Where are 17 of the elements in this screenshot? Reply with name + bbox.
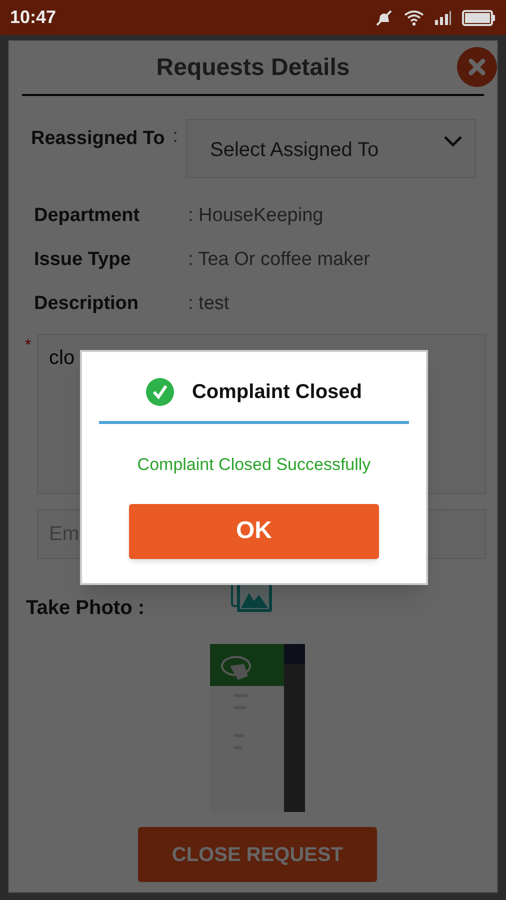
screen-title: Requests Details xyxy=(156,52,350,82)
clock: 10:47 xyxy=(10,6,56,29)
field-value: : HouseKeeping xyxy=(188,204,324,228)
required-mark: * xyxy=(25,336,32,356)
field-label: Department xyxy=(34,204,141,228)
ok-button[interactable]: OK xyxy=(129,504,379,558)
field-label: Take Photo : xyxy=(26,596,146,621)
assignee-dropdown[interactable]: Select Assigned To xyxy=(186,119,476,178)
field-value: : test xyxy=(188,292,230,316)
field-value: : Tea Or coffee maker xyxy=(188,248,370,272)
field-label: Issue Type xyxy=(34,248,132,272)
dialog-title: Complaint Closed xyxy=(192,380,362,405)
close-request-button[interactable]: CLOSE REQUEST xyxy=(138,827,377,882)
dialog-message: Complaint Closed Successfully xyxy=(137,454,371,476)
field-label: Reassigned To xyxy=(31,127,165,151)
field-label: Description xyxy=(34,292,140,316)
colon: : xyxy=(172,125,178,149)
